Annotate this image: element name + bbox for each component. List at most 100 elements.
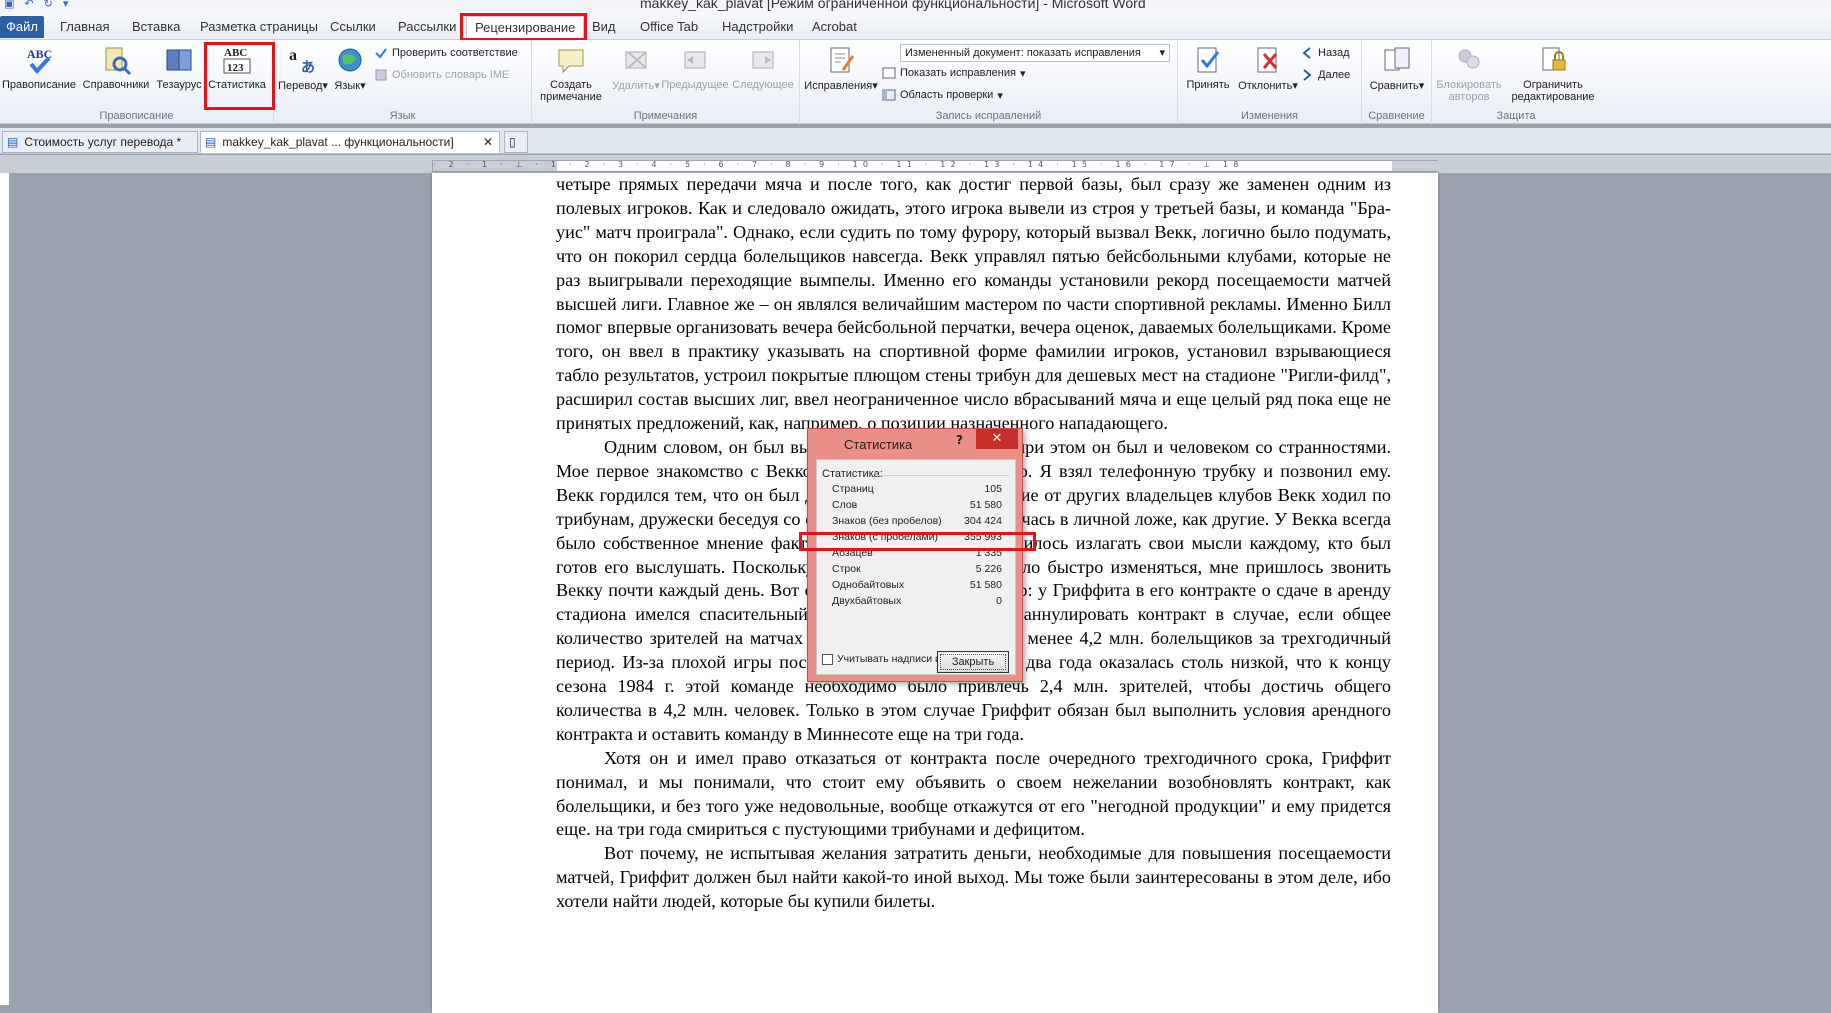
tab-office-tab[interactable]: Office Tab	[632, 16, 706, 38]
close-icon[interactable]: ✕	[483, 132, 493, 152]
ruler-numbers: · 2 · 1 · ⊥ · 1 · 2 · 3 · 4 · 5 · 6 · 7 …	[433, 160, 1244, 169]
research-button[interactable]: Справочники	[80, 44, 152, 91]
stat-value: 5 226	[975, 563, 1002, 575]
group-comments: Создать примечание Удалить▾ Предыдущее С…	[532, 40, 800, 124]
check-compatibility-button[interactable]: Проверить соответствие	[374, 46, 518, 60]
thesaurus-button[interactable]: Тезаурус	[154, 44, 204, 91]
stat-row: Абзацев 1 335	[832, 547, 1002, 563]
word-count-icon: ABC 123	[221, 44, 253, 76]
check-compat-icon	[374, 46, 388, 60]
title-bar: ▣ ↶ ↻ ▾ makkey_kak_plavat [Режим огранич…	[0, 0, 1831, 12]
group-protect: Блокировать авторов Ограничить редактиро…	[1432, 40, 1600, 124]
stat-row: Слов 51 580	[832, 499, 1002, 515]
language-button[interactable]: Язык▾	[330, 44, 370, 92]
spelling-button[interactable]: ABC Правописание	[2, 44, 76, 91]
tab-references[interactable]: Ссылки	[322, 16, 384, 38]
chevron-down-icon: ▾	[1159, 47, 1165, 59]
word-document-icon: ▤	[205, 135, 217, 149]
previous-change-button[interactable]: Назад	[1300, 46, 1350, 60]
comments-group-label: Примечания	[633, 110, 698, 122]
stat-label: Однобайтовых	[832, 579, 905, 591]
reviewing-pane-button[interactable]: Область проверки ▾	[882, 88, 1003, 102]
stat-label: Слов	[832, 499, 858, 511]
display-for-review-dropdown[interactable]: Измененный документ: показать исправлени…	[900, 44, 1170, 62]
tab-insert[interactable]: Вставка	[124, 16, 188, 38]
delete-comment-button[interactable]: Удалить▾	[608, 44, 664, 92]
dialog-close-button[interactable]: ✕	[976, 429, 1018, 449]
accept-button[interactable]: Принять	[1182, 44, 1234, 91]
lock-icon	[1537, 44, 1569, 76]
accept-icon	[1192, 44, 1224, 76]
group-tracking: Исправления▾ Измененный документ: показа…	[800, 40, 1178, 124]
compare-button[interactable]: Сравнить▾	[1368, 44, 1426, 92]
next-comment-icon	[747, 44, 779, 76]
group-changes: Принять Отклонить▾ Назад Далее Изменения	[1178, 40, 1362, 124]
tab-mailings[interactable]: Рассылки	[390, 16, 464, 38]
paragraph: четыре прямых передачи мяча и после того…	[556, 174, 1391, 434]
redo-icon[interactable]: ↻	[44, 0, 53, 10]
thesaurus-icon	[163, 44, 195, 76]
stat-value: 0	[996, 595, 1002, 607]
tab-view[interactable]: Вид	[584, 16, 624, 38]
stat-label: Строк	[832, 563, 861, 575]
compare-icon	[1381, 44, 1413, 76]
doc-tab-1[interactable]: ▤ Стоимость услуг перевода *	[2, 131, 198, 153]
ime-icon	[374, 68, 388, 82]
horizontal-ruler[interactable]: · 2 · 1 · ⊥ · 1 · 2 · 3 · 4 · 5 · 6 · 7 …	[432, 160, 1438, 172]
dialog-title: Статистика	[844, 437, 913, 452]
group-compare: Сравнить▾ Сравнение	[1362, 40, 1432, 124]
close-dialog-button[interactable]: Закрыть	[937, 651, 1009, 673]
save-icon[interactable]: ▣	[4, 0, 14, 10]
word-document-icon: ▤	[7, 135, 19, 149]
doc-tab-2[interactable]: ▤ makkey_kak_plavat ... функциональности…	[200, 131, 500, 153]
tab-addins[interactable]: Надстройки	[714, 16, 801, 38]
vertical-ruler[interactable]	[0, 173, 10, 1005]
stat-value: 105	[984, 483, 1002, 495]
proofing-group-label: Правописание	[99, 110, 174, 122]
stat-label: Знаков (с пробелами)	[832, 531, 938, 543]
undo-icon[interactable]: ↶	[24, 0, 33, 10]
track-changes-button[interactable]: Исправления▾	[804, 44, 878, 92]
group-language: aあ Перевод▾ Язык▾ Проверить соответствие…	[274, 40, 532, 124]
new-tab-button[interactable]: ▯	[504, 131, 528, 153]
restrict-editing-button[interactable]: Ограничить редактирование	[1508, 44, 1598, 103]
show-markup-button[interactable]: Показать исправления ▾	[882, 66, 1026, 80]
tab-page-layout[interactable]: Разметка страницы	[192, 16, 326, 38]
changes-group-label: Изменения	[1241, 110, 1298, 122]
block-authors-button[interactable]: Блокировать авторов	[1432, 44, 1506, 103]
reject-button[interactable]: Отклонить▾	[1236, 44, 1300, 92]
research-icon	[100, 44, 132, 76]
reject-icon	[1252, 44, 1284, 76]
previous-comment-icon	[679, 44, 711, 76]
word-count-button[interactable]: ABC 123 Статистика	[204, 44, 270, 91]
stat-row: Знаков (без пробелов) 304 424	[832, 515, 1002, 531]
stat-row: Страниц 105	[832, 483, 1002, 499]
paragraph: Хотя он и имел право отказаться от контр…	[556, 747, 1391, 840]
tab-acrobat[interactable]: Acrobat	[804, 16, 865, 38]
customize-qat-icon[interactable]: ▾	[63, 0, 69, 10]
next-comment-button[interactable]: Следующее	[730, 44, 796, 91]
svg-text:123: 123	[227, 62, 244, 74]
svg-text:ABC: ABC	[224, 47, 247, 59]
tab-home[interactable]: Главная	[52, 16, 117, 38]
checkbox-box[interactable]	[822, 653, 833, 665]
new-comment-button[interactable]: Создать примечание	[536, 44, 606, 103]
next-change-button[interactable]: Далее	[1300, 68, 1350, 82]
group-proofing: ABC Правописание Справочники Тезаурус AB…	[0, 40, 274, 124]
paragraph: Вот почему, не испытывая желания затрати…	[556, 843, 1391, 912]
previous-comment-button[interactable]: Предыдущее	[660, 44, 730, 91]
new-document-icon: ▯	[509, 135, 516, 149]
protect-group-label: Защита	[1496, 110, 1536, 122]
svg-text:あ: あ	[301, 60, 315, 76]
update-ime-button[interactable]: Обновить словарь IME	[374, 68, 509, 82]
delete-comment-icon	[620, 44, 652, 76]
translate-button[interactable]: aあ Перевод▾	[278, 44, 328, 92]
tab-file[interactable]: Файл	[0, 16, 44, 38]
compare-group-label: Сравнение	[1368, 110, 1425, 122]
help-icon[interactable]: ?	[956, 433, 963, 447]
reviewing-pane-icon	[882, 88, 896, 102]
stat-label: Двухбайтовых	[832, 595, 902, 607]
stat-value: 51 580	[969, 499, 1002, 511]
track-changes-icon	[825, 44, 857, 76]
tab-review[interactable]: Рецензирование	[466, 16, 585, 38]
